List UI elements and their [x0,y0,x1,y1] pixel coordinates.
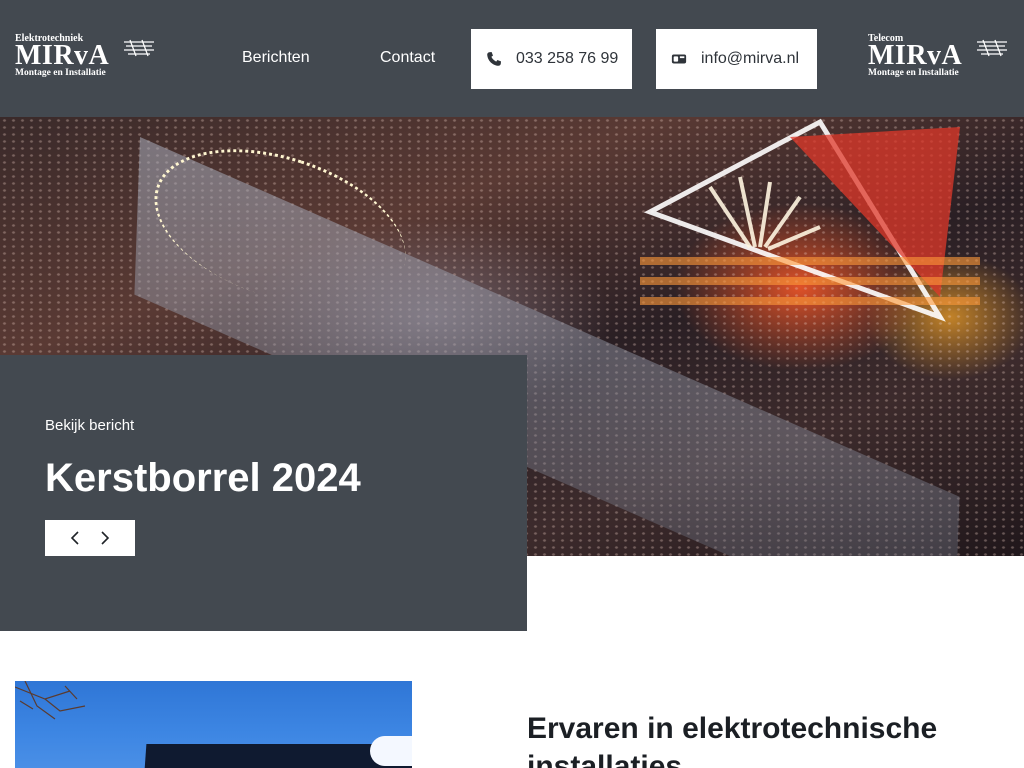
hero-panel: Bekijk bericht Kerstborrel 2024 [0,355,527,631]
phone-button[interactable]: 033 258 76 99 [471,29,632,89]
slider-controls [45,520,135,556]
stage-scenery-graphic [640,118,980,322]
site-header: Elektrotechniek MIRvA Montage en Install… [0,0,1024,117]
building-photo [15,681,412,768]
logo-telecom[interactable]: Telecom MIRvA Montage en Installatie [868,34,1007,78]
logo-left-name: MIRvA [15,40,110,71]
nav-contact[interactable]: Contact [380,49,435,67]
logo-right-name: MIRvA [868,40,963,71]
mail-icon [671,51,687,67]
phone-icon [486,51,502,67]
nav-berichten[interactable]: Berichten [242,49,310,67]
logo-right-sub: Montage en Installatie [868,68,959,78]
section-title: Ervaren in elektrotechnische installatie… [527,712,938,768]
logo-mark-icon [124,39,154,57]
email-address: info@mirva.nl [701,50,800,67]
chevron-right-icon[interactable] [96,529,114,547]
chevron-left-icon[interactable] [66,529,84,547]
logo-mark-icon [977,39,1007,57]
view-post-link[interactable]: Bekijk bericht [45,417,134,434]
hero-title: Kerstborrel 2024 [45,456,361,500]
phone-number: 033 258 76 99 [516,50,619,67]
tree-branches-graphic [15,681,86,720]
logo-elektrotechniek[interactable]: Elektrotechniek MIRvA Montage en Install… [15,34,154,78]
cloud [370,736,412,766]
logo-left-sub: Montage en Installatie [15,68,106,78]
email-button[interactable]: info@mirva.nl [656,29,817,89]
